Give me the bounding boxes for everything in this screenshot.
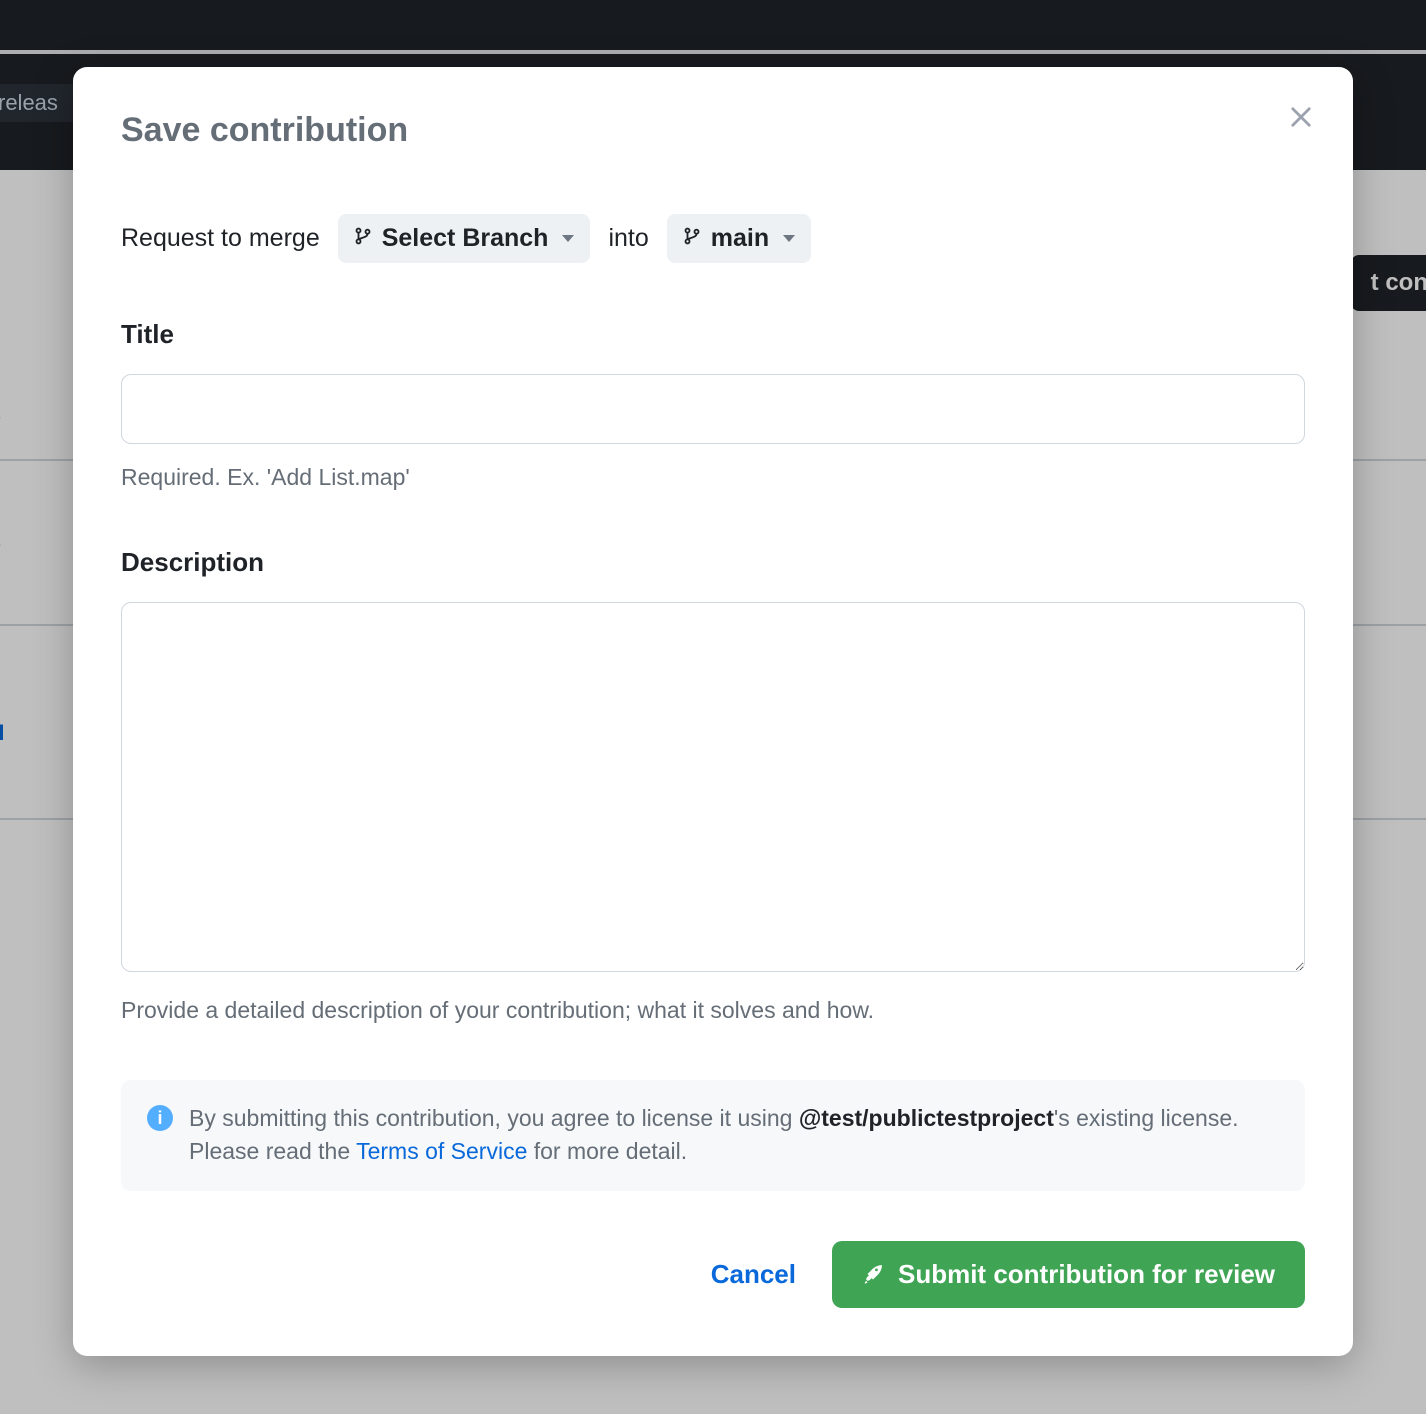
description-input[interactable] <box>121 602 1305 972</box>
license-notice: i By submitting this contribution, you a… <box>121 1080 1305 1191</box>
chevron-down-icon <box>783 235 795 242</box>
info-icon: i <box>147 1105 173 1131</box>
save-contribution-modal: Save contribution Request to merge Selec… <box>73 67 1353 1356</box>
chevron-down-icon <box>562 235 574 242</box>
git-branch-icon <box>683 224 701 253</box>
license-notice-text: By submitting this contribution, you agr… <box>189 1102 1279 1169</box>
source-branch-label: Select Branch <box>382 224 549 253</box>
close-button[interactable] <box>1283 99 1319 135</box>
terms-link[interactable]: Terms of Service <box>356 1138 527 1164</box>
description-label: Description <box>121 547 1305 578</box>
close-icon <box>1290 106 1312 128</box>
target-branch-label: main <box>711 224 769 253</box>
modal-actions: Cancel Submit contribution for review <box>121 1241 1305 1308</box>
cancel-button[interactable]: Cancel <box>711 1259 796 1290</box>
title-input[interactable] <box>121 374 1305 444</box>
submit-button[interactable]: Submit contribution for review <box>832 1241 1305 1308</box>
merge-mid-label: into <box>608 224 648 253</box>
git-branch-icon <box>354 224 372 253</box>
title-label: Title <box>121 319 1305 350</box>
project-handle: @test/publictestproject <box>799 1105 1054 1131</box>
title-helper: Required. Ex. 'Add List.map' <box>121 464 1305 491</box>
source-branch-select[interactable]: Select Branch <box>338 214 591 263</box>
merge-prefix-label: Request to merge <box>121 224 320 253</box>
description-helper: Provide a detailed description of your c… <box>121 997 1305 1024</box>
target-branch-select[interactable]: main <box>667 214 811 263</box>
modal-title: Save contribution <box>121 111 1305 150</box>
merge-row: Request to merge Select Branch into main <box>121 214 1305 263</box>
rocket-icon <box>862 1263 884 1285</box>
